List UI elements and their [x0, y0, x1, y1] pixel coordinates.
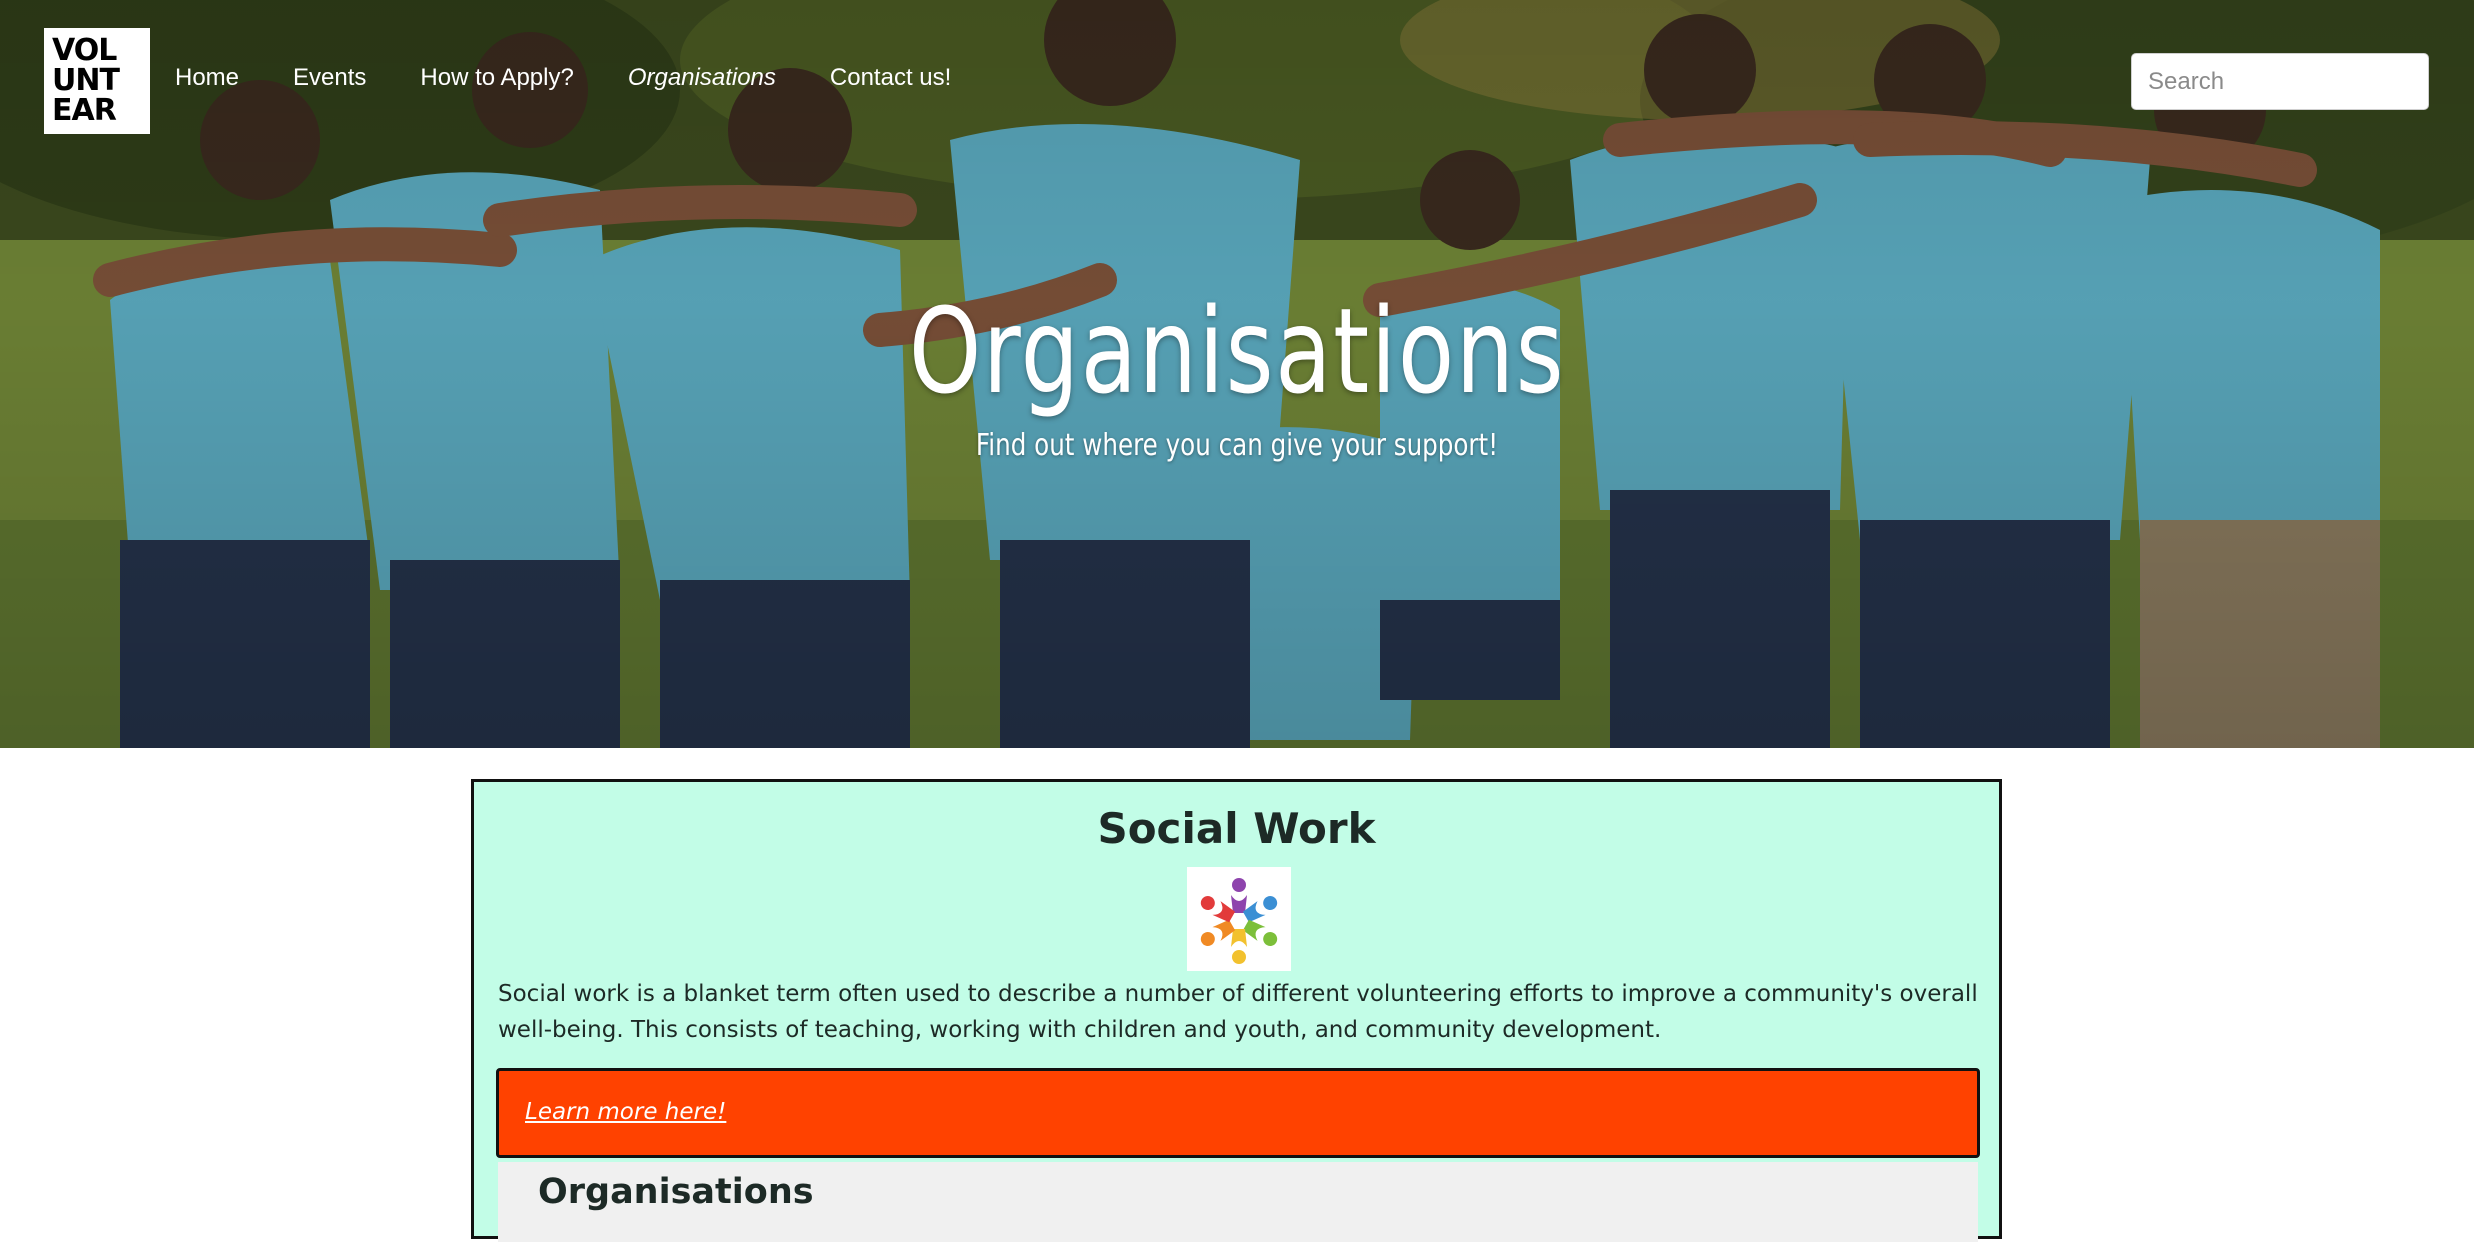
- main-nav: Home Events How to Apply? Organisations …: [175, 64, 1005, 92]
- community-circle-icon: [1187, 867, 1291, 971]
- nav-events[interactable]: Events: [293, 64, 366, 92]
- search-input[interactable]: [2131, 53, 2429, 110]
- page-title: Organisations: [908, 282, 1566, 420]
- learn-more-bar: Learn more here!: [496, 1068, 1980, 1158]
- category-title: Social Work: [1097, 804, 1376, 853]
- nav-how-to-apply[interactable]: How to Apply?: [420, 64, 573, 92]
- logo-line-1: VOL: [52, 33, 117, 68]
- site-logo[interactable]: VOL UNT EAR: [44, 28, 150, 134]
- category-card: Social Work Social work is a blanket ter…: [471, 779, 2002, 1242]
- logo-line-2: UNT: [52, 63, 120, 98]
- learn-more-link[interactable]: Learn more here!: [525, 1099, 726, 1125]
- organisations-panel: Organisations: [498, 1162, 1978, 1242]
- logo-line-3: EAR: [52, 93, 117, 128]
- nav-organisations[interactable]: Organisations: [628, 64, 776, 92]
- nav-contact[interactable]: Contact us!: [830, 64, 951, 92]
- nav-home[interactable]: Home: [175, 64, 239, 92]
- category-description: Social work is a blanket term often used…: [498, 981, 1978, 1043]
- page-subtitle: Find out where you can give your support…: [975, 428, 1499, 463]
- hero-banner: VOL UNT EAR Home Events How to Apply? Or…: [0, 0, 2474, 748]
- organisations-heading: Organisations: [538, 1172, 814, 1212]
